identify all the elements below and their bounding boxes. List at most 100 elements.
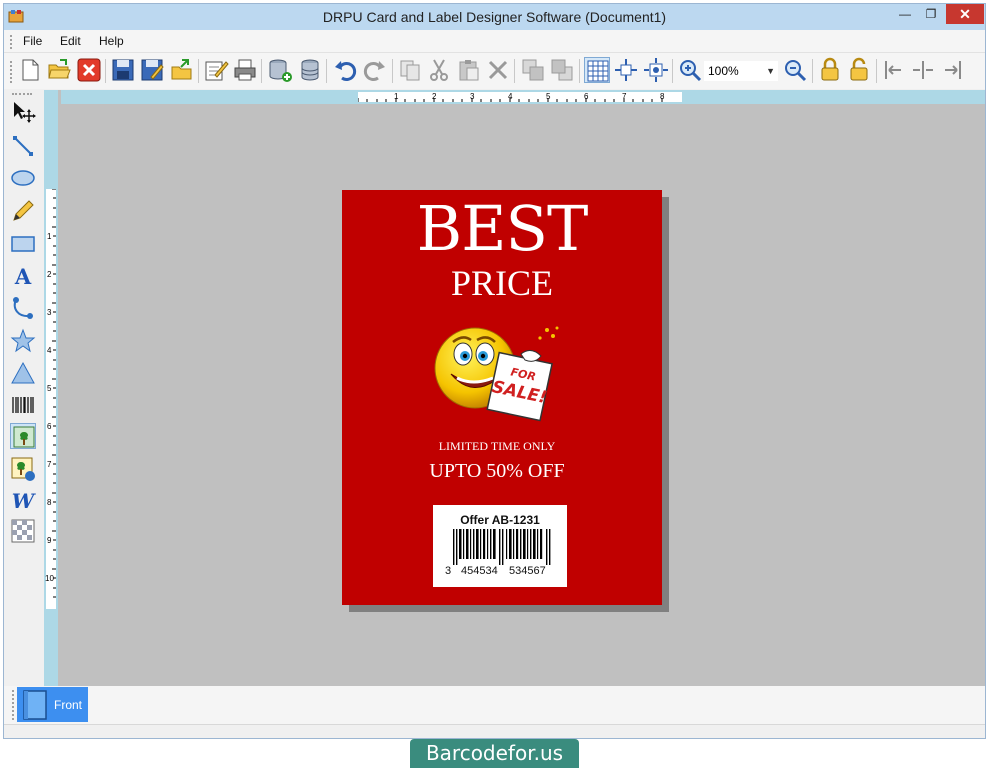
toolbar-grip xyxy=(10,61,15,83)
toolbar-separator xyxy=(392,59,393,83)
picture-icon[interactable] xyxy=(10,423,36,449)
barcode-left-digits: 454534 xyxy=(461,565,498,577)
ellipse-icon[interactable] xyxy=(10,165,36,191)
ruler-label: 1 xyxy=(47,232,52,241)
pencil-icon[interactable] xyxy=(10,198,36,224)
tab-front[interactable]: Front xyxy=(17,687,88,722)
barcode-element[interactable]: Offer AB-1231 3 454534 534567 xyxy=(433,505,567,587)
zoom-out-icon[interactable] xyxy=(782,57,808,83)
copy-icon[interactable] xyxy=(397,57,423,83)
align-right-icon[interactable] xyxy=(939,57,965,83)
barcode-title: Offer AB-1231 xyxy=(460,513,540,527)
ruler-label: 10 xyxy=(45,574,54,583)
ruler-page-span xyxy=(358,92,682,102)
ruler-label: 8 xyxy=(47,498,52,507)
align-left-icon[interactable] xyxy=(881,57,907,83)
ruler-label: 6 xyxy=(584,92,589,101)
watermark-icon[interactable] xyxy=(10,518,36,544)
vertical-ruler: 1 2 3 4 5 6 7 8 9 10 xyxy=(44,104,58,686)
ruler-label: 9 xyxy=(47,536,52,545)
center-icon[interactable] xyxy=(643,57,669,83)
ruler-label: 2 xyxy=(432,92,437,101)
toolbar-separator xyxy=(579,59,580,83)
menu-help[interactable]: Help xyxy=(99,34,124,48)
ruler-label: 2 xyxy=(47,270,52,279)
line-icon[interactable] xyxy=(10,133,36,159)
close-document-icon[interactable] xyxy=(76,57,102,83)
triangle-icon[interactable] xyxy=(10,360,36,386)
arc-icon[interactable] xyxy=(10,295,36,321)
page-tab-strip: Front xyxy=(4,686,985,724)
menu-edit[interactable]: Edit xyxy=(60,34,81,48)
tagline-text[interactable]: LIMITED TIME ONLY xyxy=(342,439,652,454)
zoom-in-icon[interactable] xyxy=(677,57,703,83)
offer-text[interactable]: UPTO 50% OFF xyxy=(342,460,652,483)
toolbar-separator xyxy=(105,59,106,83)
new-document-icon[interactable] xyxy=(17,57,43,83)
barcode-bars xyxy=(453,529,551,565)
text-icon[interactable]: A xyxy=(10,263,36,289)
label-card[interactable]: BEST PRICE FOR SALE! LIMITED TIME ONLY U… xyxy=(342,190,662,605)
ruler-ticks xyxy=(358,98,663,102)
tab-front-label: Front xyxy=(54,698,83,712)
properties-icon[interactable] xyxy=(203,57,229,83)
ruler-label: 4 xyxy=(47,346,52,355)
svg-text:A: A xyxy=(14,264,32,289)
app-window: DRPU Card and Label Designer Software (D… xyxy=(3,3,986,739)
delete-icon[interactable] xyxy=(485,57,511,83)
status-bar xyxy=(4,724,985,738)
save-icon[interactable] xyxy=(110,57,136,83)
database-add-icon[interactable] xyxy=(267,57,293,83)
print-icon[interactable] xyxy=(232,57,258,83)
open-folder-icon[interactable] xyxy=(46,57,72,83)
ruler-corner xyxy=(44,90,58,104)
ruler-page-span xyxy=(46,189,56,609)
database-icon[interactable] xyxy=(297,57,323,83)
chevron-down-icon[interactable]: ▼ xyxy=(766,61,775,81)
word-art-icon[interactable]: W xyxy=(10,487,37,513)
main-toolbar: 100% ▼ xyxy=(4,52,985,89)
align-center-icon[interactable] xyxy=(910,57,936,83)
redo-icon[interactable] xyxy=(362,57,388,83)
subheadline-text[interactable]: PRICE xyxy=(342,262,662,304)
maximize-button[interactable]: ❐ xyxy=(918,4,944,24)
undo-icon[interactable] xyxy=(332,57,358,83)
export-icon[interactable] xyxy=(169,57,195,83)
design-canvas[interactable]: 1 2 3 4 5 6 7 8 1 2 3 4 5 6 7 8 9 10 BES… xyxy=(44,90,985,686)
fit-icon[interactable] xyxy=(613,57,639,83)
minimize-button[interactable]: — xyxy=(892,4,918,24)
paste-icon[interactable] xyxy=(456,57,482,83)
barcode-icon[interactable] xyxy=(10,392,36,418)
toolbar-separator xyxy=(198,59,199,83)
toolbar-separator xyxy=(514,59,515,83)
grid-icon[interactable] xyxy=(584,57,610,83)
rectangle-icon[interactable] xyxy=(10,231,36,257)
toolbox-grip xyxy=(12,93,32,97)
ruler-label: 7 xyxy=(47,460,52,469)
lock-icon[interactable] xyxy=(817,57,843,83)
close-button[interactable]: ✕ xyxy=(946,4,984,24)
headline-text[interactable]: BEST xyxy=(342,192,662,265)
cut-icon[interactable] xyxy=(426,57,452,83)
bring-front-icon[interactable] xyxy=(520,57,546,83)
save-as-icon[interactable] xyxy=(139,57,165,83)
image-library-icon[interactable] xyxy=(10,456,36,482)
barcode-first-digit: 3 xyxy=(445,565,452,577)
smiley-for-sale-image[interactable]: FOR SALE! xyxy=(427,320,577,430)
menu-file[interactable]: File xyxy=(23,34,42,48)
send-back-icon[interactable] xyxy=(549,57,575,83)
window-title: DRPU Card and Label Designer Software (D… xyxy=(322,9,667,25)
menu-grip xyxy=(10,35,15,49)
drawing-toolbox: A W xyxy=(4,90,42,686)
page-icon xyxy=(23,690,47,720)
ruler-label: 1 xyxy=(394,92,399,101)
unlock-icon[interactable] xyxy=(846,57,872,83)
zoom-select[interactable]: 100% ▼ xyxy=(704,61,778,81)
select-move-icon[interactable] xyxy=(10,99,36,125)
ruler-label: 7 xyxy=(622,92,627,101)
horizontal-ruler: 1 2 3 4 5 6 7 8 xyxy=(61,90,985,104)
star-icon[interactable] xyxy=(10,328,36,354)
ruler-label: 6 xyxy=(47,422,52,431)
toolbar-separator xyxy=(812,59,813,83)
ruler-label: 5 xyxy=(47,384,52,393)
